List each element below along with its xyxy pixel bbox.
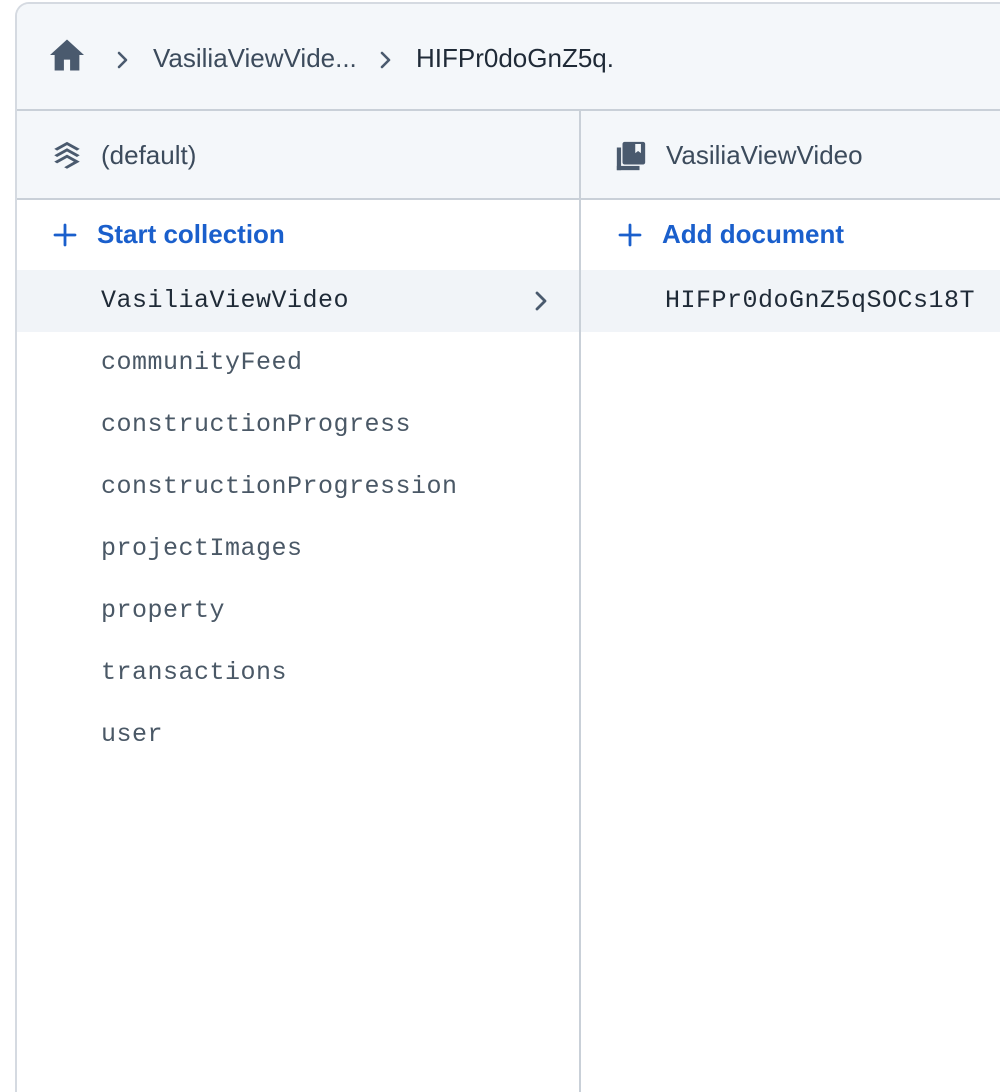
collection-name: projectImages: [101, 534, 303, 563]
home-icon[interactable]: [48, 38, 86, 72]
collection-item-projectimages[interactable]: projectImages: [17, 518, 579, 580]
collection-item-property[interactable]: property: [17, 580, 579, 642]
database-title: (default): [101, 140, 197, 170]
collection-item-communityfeed[interactable]: communityFeed: [17, 332, 579, 394]
collection-title: VasiliaViewVideo: [666, 140, 863, 170]
start-collection-label: Start collection: [97, 219, 285, 249]
add-document-label: Add document: [662, 219, 844, 249]
plus-icon: [53, 223, 77, 247]
collection-item-user[interactable]: user: [17, 704, 579, 766]
document-id: HIFPr0doGnZ5qSOCs18T: [665, 286, 976, 315]
plus-icon: [618, 223, 642, 247]
collection-name: VasiliaViewVideo: [101, 286, 350, 315]
collection-item-vasiliaviewvideo[interactable]: VasiliaViewVideo: [17, 270, 579, 332]
collection-name: user: [101, 720, 164, 749]
documents-panel-header: VasiliaViewVideo: [581, 111, 1000, 200]
collection-item-constructionprogression[interactable]: constructionProgression: [17, 456, 579, 518]
collection-item-constructionprogress[interactable]: constructionProgress: [17, 394, 579, 456]
chevron-right-icon: [535, 291, 547, 311]
chevron-right-icon: [117, 51, 128, 69]
collections-panel: (default) Start collection VasiliaViewVi…: [17, 111, 581, 1092]
chevron-right-icon: [380, 51, 391, 69]
collection-name: constructionProgress: [101, 410, 412, 439]
layers-icon: [54, 141, 80, 169]
breadcrumb-item-collection[interactable]: VasiliaViewVide...: [153, 40, 357, 76]
firestore-data-panel: VasiliaViewVide... HIFPr0doGnZ5q. (defau…: [15, 2, 1000, 1092]
collection-name: communityFeed: [101, 348, 303, 377]
add-document-button[interactable]: Add document: [581, 200, 1000, 270]
collection-name: property: [101, 596, 226, 625]
document-item[interactable]: HIFPr0doGnZ5qSOCs18T: [581, 270, 1000, 332]
collection-name: constructionProgression: [101, 472, 458, 501]
collections-panel-header: (default): [17, 111, 579, 200]
breadcrumb-item-document[interactable]: HIFPr0doGnZ5q.: [416, 40, 614, 76]
collection-name: transactions: [101, 658, 288, 687]
collection-item-transactions[interactable]: transactions: [17, 642, 579, 704]
start-collection-button[interactable]: Start collection: [17, 200, 579, 270]
collection-icon: [616, 141, 646, 171]
breadcrumb: VasiliaViewVide... HIFPr0doGnZ5q.: [17, 4, 1000, 111]
documents-panel: VasiliaViewVideo Add document HIFPr0doGn…: [581, 111, 1000, 1092]
